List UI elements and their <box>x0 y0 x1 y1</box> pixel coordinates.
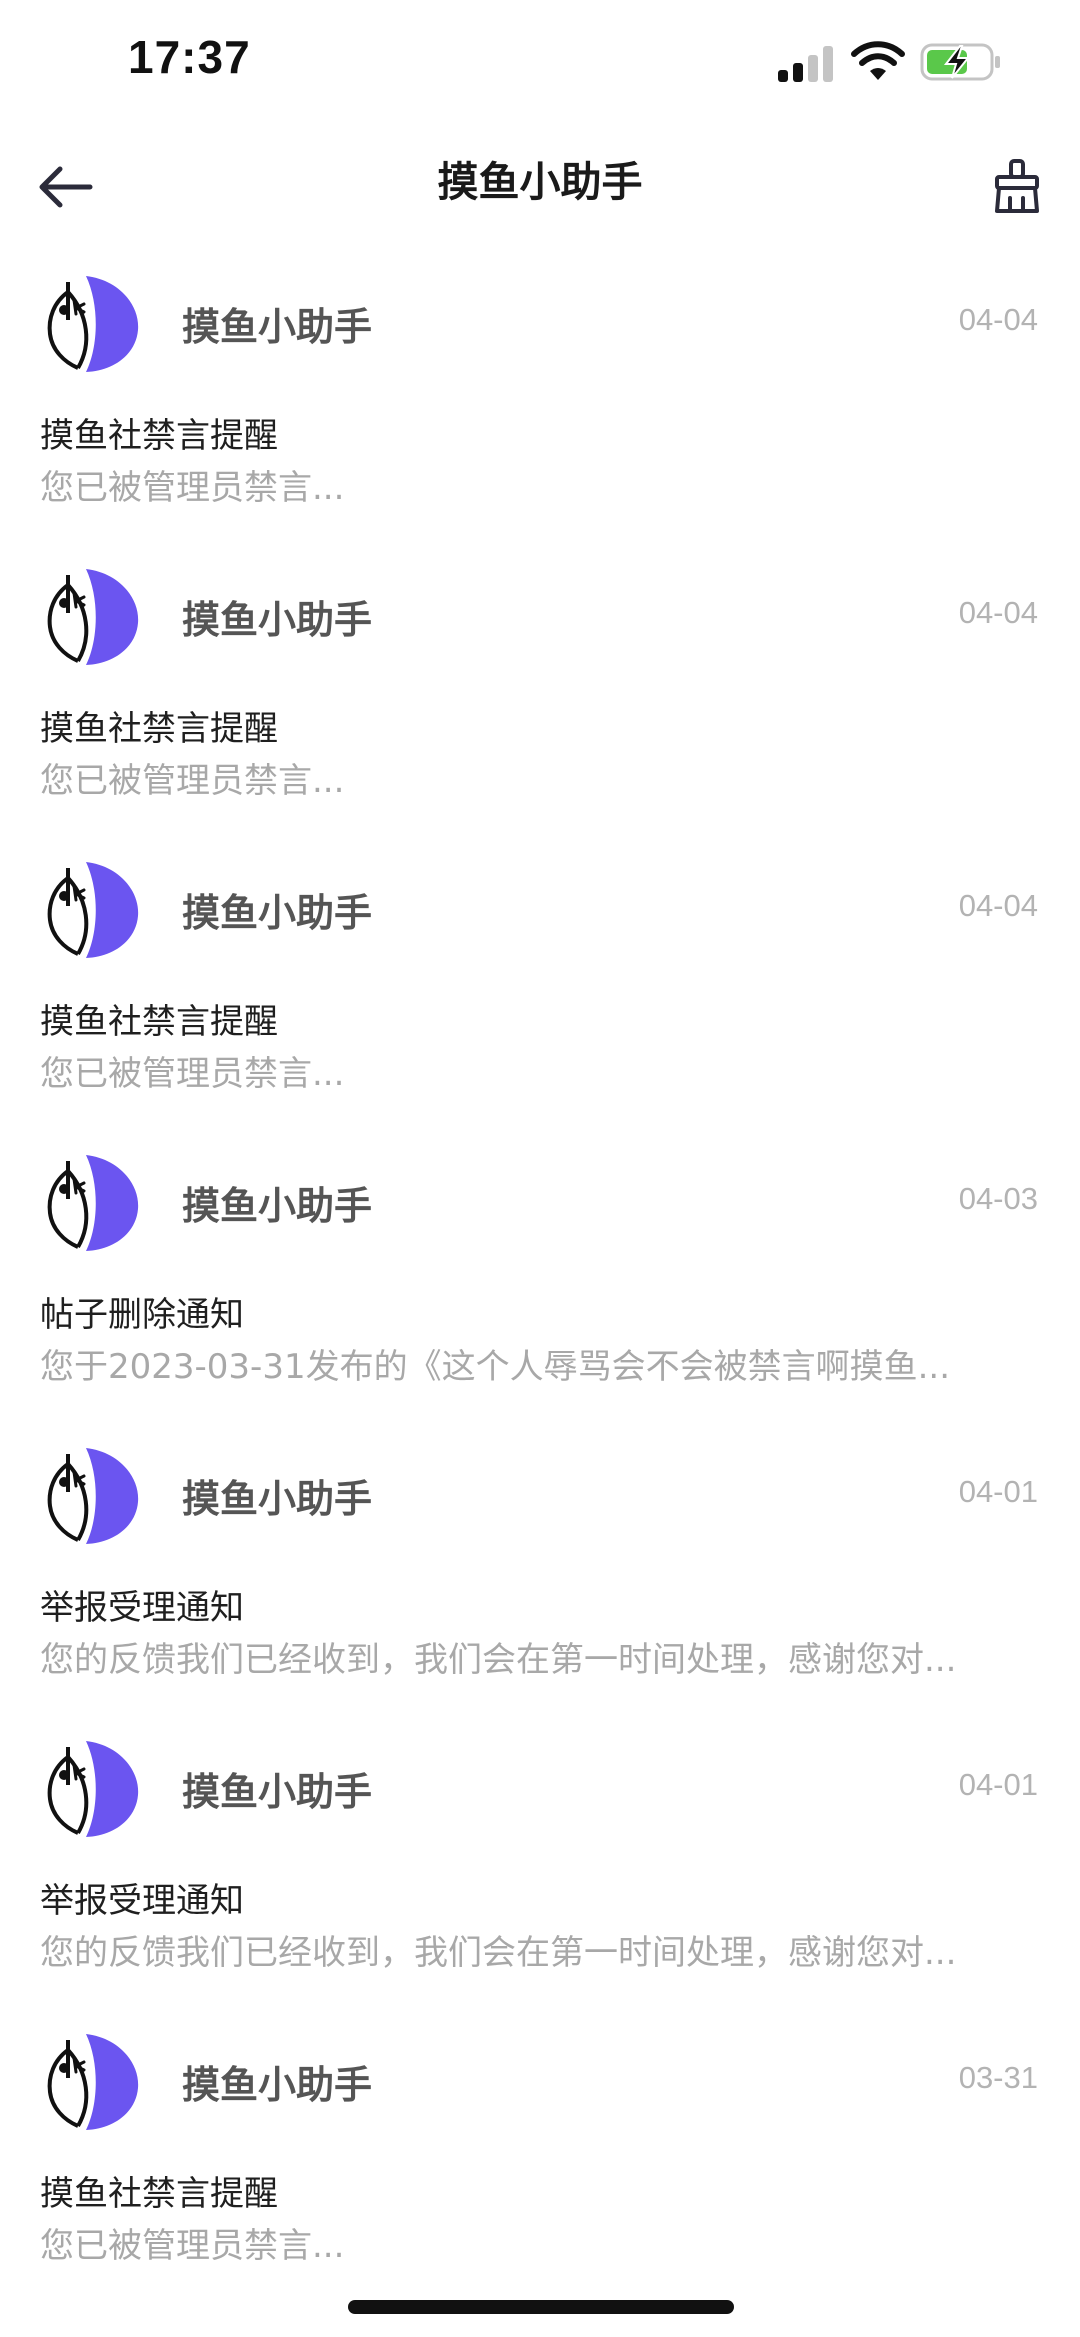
fish-logo-icon <box>41 275 139 373</box>
cellular-signal-icon <box>778 46 833 82</box>
message-list: 摸鱼小助手 04-04 摸鱼社禁言提醒 您已被管理员禁言... 摸鱼小助手 04… <box>0 240 1080 2291</box>
status-time: 17:37 <box>128 31 251 83</box>
message-date: 04-04 <box>958 888 1038 923</box>
message-title: 摸鱼社禁言提醒 <box>40 709 278 749</box>
wifi-icon <box>851 41 905 80</box>
avatar[interactable] <box>40 567 140 667</box>
message-date: 04-03 <box>958 1181 1038 1216</box>
message-item[interactable]: 摸鱼小助手 04-04 摸鱼社禁言提醒 您已被管理员禁言... <box>0 826 1080 1119</box>
fish-logo-icon <box>41 1154 139 1252</box>
clear-messages-button[interactable] <box>982 146 1052 226</box>
sender-name: 摸鱼小助手 <box>182 891 373 935</box>
message-date: 04-01 <box>958 1474 1038 1509</box>
fish-logo-icon <box>41 1447 139 1545</box>
avatar[interactable] <box>40 1446 140 1546</box>
message-title: 摸鱼社禁言提醒 <box>40 2174 278 2214</box>
avatar[interactable] <box>40 2032 140 2132</box>
page-title: 摸鱼小助手 <box>437 158 643 206</box>
message-preview: 您已被管理员禁言... <box>40 468 345 508</box>
message-title: 举报受理通知 <box>40 1881 244 1921</box>
broom-icon <box>995 159 1039 213</box>
message-title: 摸鱼社禁言提醒 <box>40 416 278 456</box>
message-preview: 您的反馈我们已经收到，我们会在第一时间处理，感谢您对... <box>40 1933 957 1973</box>
message-item[interactable]: 摸鱼小助手 04-01 举报受理通知 您的反馈我们已经收到，我们会在第一时间处理… <box>0 1705 1080 1998</box>
message-title: 摸鱼社禁言提醒 <box>40 1002 278 1042</box>
avatar[interactable] <box>40 274 140 374</box>
message-preview: 您已被管理员禁言... <box>40 761 345 801</box>
sender-name: 摸鱼小助手 <box>182 1184 373 1228</box>
nav-bar: 摸鱼小助手 <box>0 130 1080 240</box>
message-date: 03-31 <box>958 2060 1038 2095</box>
message-item[interactable]: 摸鱼小助手 03-31 摸鱼社禁言提醒 您已被管理员禁言... <box>0 1998 1080 2291</box>
message-date: 04-01 <box>958 1767 1038 1802</box>
battery-charging-icon <box>920 43 1000 81</box>
fish-logo-icon <box>41 1740 139 1838</box>
sender-name: 摸鱼小助手 <box>182 305 373 349</box>
sender-name: 摸鱼小助手 <box>182 598 373 642</box>
message-preview: 您已被管理员禁言... <box>40 2226 345 2266</box>
screen: 17:37 摸鱼小助手 摸鱼小助手 04-04 摸鱼社禁言提醒 您已被管理员禁言… <box>0 0 1080 2337</box>
message-preview: 您已被管理员禁言... <box>40 1054 345 1094</box>
fish-logo-icon <box>41 568 139 666</box>
sender-name: 摸鱼小助手 <box>182 1477 373 1521</box>
message-title: 帖子删除通知 <box>40 1295 244 1335</box>
message-item[interactable]: 摸鱼小助手 04-01 举报受理通知 您的反馈我们已经收到，我们会在第一时间处理… <box>0 1412 1080 1705</box>
message-item[interactable]: 摸鱼小助手 04-04 摸鱼社禁言提醒 您已被管理员禁言... <box>0 533 1080 826</box>
sender-name: 摸鱼小助手 <box>182 1770 373 1814</box>
home-indicator[interactable] <box>348 2300 734 2314</box>
fish-logo-icon <box>41 861 139 959</box>
status-bar: 17:37 <box>0 0 1080 130</box>
message-date: 04-04 <box>958 302 1038 337</box>
avatar[interactable] <box>40 1739 140 1839</box>
message-title: 举报受理通知 <box>40 1588 244 1628</box>
fish-logo-icon <box>41 2033 139 2131</box>
message-preview: 您于2023-03-31发布的《这个人辱骂会不会被禁言啊摸鱼... <box>40 1347 951 1387</box>
avatar[interactable] <box>40 860 140 960</box>
message-preview: 您的反馈我们已经收到，我们会在第一时间处理，感谢您对... <box>40 1640 957 1680</box>
sender-name: 摸鱼小助手 <box>182 2063 373 2107</box>
message-item[interactable]: 摸鱼小助手 04-04 摸鱼社禁言提醒 您已被管理员禁言... <box>0 240 1080 533</box>
message-item[interactable]: 摸鱼小助手 04-03 帖子删除通知 您于2023-03-31发布的《这个人辱骂… <box>0 1119 1080 1412</box>
avatar[interactable] <box>40 1153 140 1253</box>
message-date: 04-04 <box>958 595 1038 630</box>
